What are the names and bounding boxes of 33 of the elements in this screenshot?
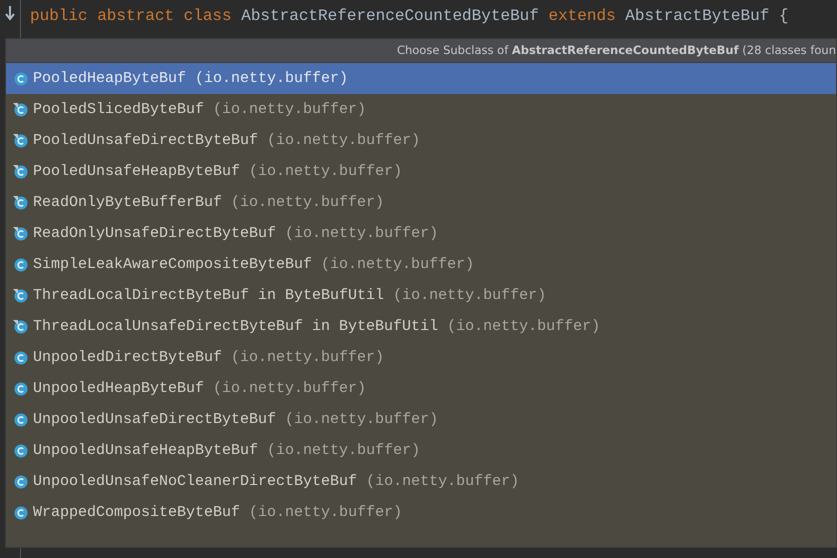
code-line: public abstract class AbstractReferenceCountedByteBuf extends AbstractByteBuf { [29,6,790,27]
class-icon [13,319,28,334]
class-icon [13,505,28,520]
subclass-item[interactable]: WrappedCompositeByteBuf (io.netty.buffer) [6,497,836,528]
class-icon [13,133,28,148]
class-icon [13,195,28,210]
class-icon [13,412,28,427]
subclass-item[interactable]: ThreadLocalDirectByteBuf in ByteBufUtil (io.netty.buffer) [6,280,836,311]
class-icon [13,443,28,458]
subclass-item[interactable]: UnpooledUnsafeHeapByteBuf (io.netty.buffer) [6,435,836,466]
subclass-item[interactable]: ReadOnlyByteBufferBuf (io.netty.buffer) [6,187,836,218]
class-icon [13,288,28,303]
class-icon [13,102,28,117]
subclass-item[interactable]: PooledUnsafeHeapByteBuf (io.netty.buffer) [6,156,836,187]
down-arrow-icon [5,6,15,22]
class-icon [13,350,28,365]
class-icon [13,164,28,179]
subclass-item[interactable]: SimpleLeakAwareCompositeByteBuf (io.netty.buffer) [6,249,836,280]
subclass-item[interactable]: ThreadLocalUnsafeDirectByteBuf in ByteBufUtil (io.netty.buffer) [6,311,836,342]
subclass-item[interactable]: PooledHeapByteBuf (io.netty.buffer) [6,63,836,94]
subclass-item[interactable]: UnpooledUnsafeDirectByteBuf (io.netty.buffer) [6,404,836,435]
subclass-item[interactable]: ReadOnlyUnsafeDirectByteBuf (io.netty.buffer) [6,218,836,249]
popup-title: Choose Subclass of AbstractReferenceCountedByteBuf (28 classes foun [6,39,836,63]
subclass-item[interactable]: UnpooledUnsafeNoCleanerDirectByteBuf (io.netty.buffer) [6,466,836,497]
class-icon [13,381,28,396]
class-icon [13,474,28,489]
subclass-item[interactable]: UnpooledDirectByteBuf (io.netty.buffer) [6,342,836,373]
class-icon [13,257,28,272]
class-icon [13,226,28,241]
subclass-item[interactable]: PooledSlicedByteBuf (io.netty.buffer) [6,94,836,125]
subclass-item[interactable]: PooledUnsafeDirectByteBuf (io.netty.buffer) [6,125,836,156]
class-icon [13,71,28,86]
subclass-item[interactable]: UnpooledHeapByteBuf (io.netty.buffer) [6,373,836,404]
